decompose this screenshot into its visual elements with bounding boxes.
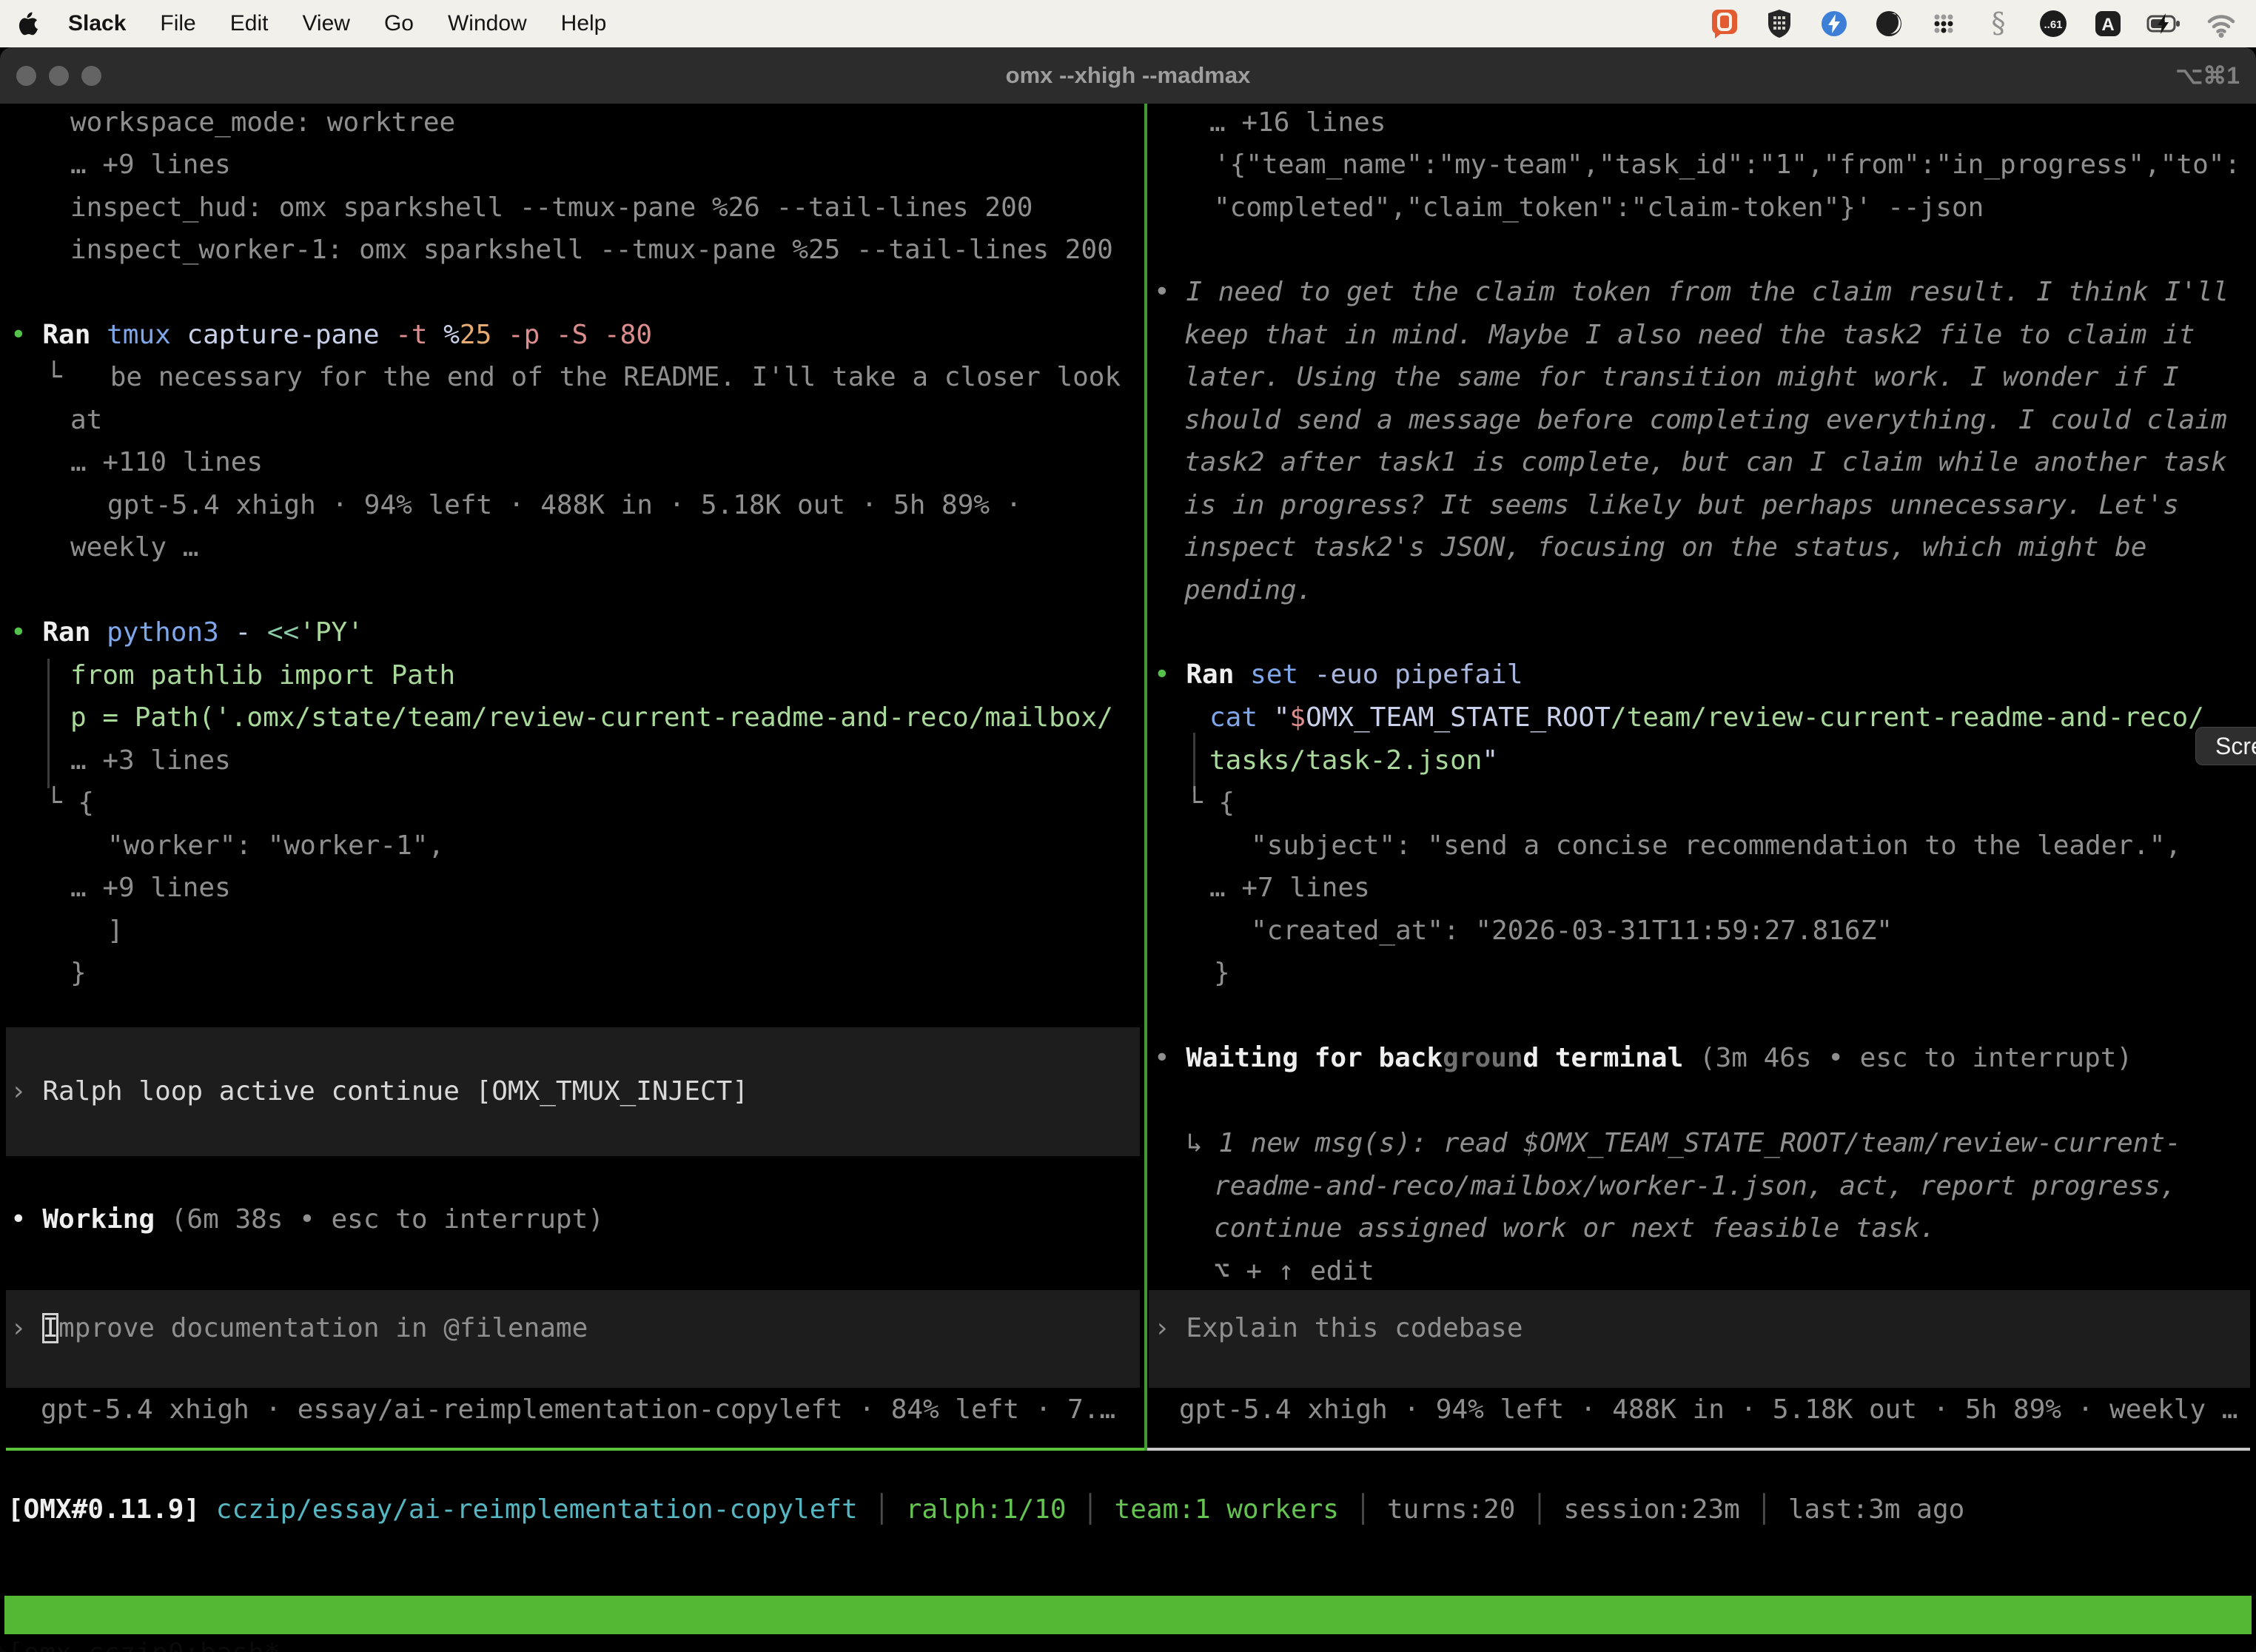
input-source-icon[interactable]: A bbox=[2092, 7, 2124, 40]
terminal-line: continue assigned work or next feasible … bbox=[1214, 1207, 1936, 1250]
prompt-input-right[interactable]: › Explain this codebase bbox=[1154, 1307, 1523, 1350]
ran-set-command: • Ran set -euo pipefail bbox=[1154, 654, 1523, 696]
ran-tmux-command: • Ran tmux capture-pane -t %25 -p -S -80 bbox=[10, 314, 652, 357]
terminal-line: └ be necessary for the end of the README… bbox=[46, 356, 1121, 399]
terminal-line: … +16 lines bbox=[1209, 101, 1386, 144]
terminal-line: … +110 lines bbox=[70, 441, 263, 484]
terminal-line: task2 after task1 is complete, but can I… bbox=[1184, 441, 2227, 484]
right-pane-bottom-border bbox=[1147, 1448, 2250, 1451]
terminal-line: "subject": "send a concise recommendatio… bbox=[1251, 825, 2181, 867]
screen-tooltip: Scre bbox=[2195, 727, 2256, 765]
terminal-line: keep that in mind. Maybe I also need the… bbox=[1184, 314, 2195, 357]
crescent-app-icon[interactable] bbox=[1873, 7, 1905, 40]
terminal-line: … +9 lines bbox=[70, 867, 231, 910]
svg-text:A: A bbox=[2101, 15, 2114, 35]
shield-grid-icon[interactable] bbox=[1763, 7, 1796, 40]
dots-grid-icon[interactable] bbox=[1927, 7, 1960, 40]
menu-item-slack[interactable]: Slack bbox=[68, 11, 126, 36]
terminal-line: } bbox=[70, 952, 87, 995]
tmux-status-bar: [omx-cczip0:bash* "MacBook-Pro-44.local"… bbox=[4, 1596, 2252, 1634]
terminal-line: inspect task2's JSON, focusing on the st… bbox=[1184, 526, 2146, 569]
terminal-line: └ { bbox=[46, 782, 94, 825]
prompt-input-left[interactable]: › Improve documentation in @filename bbox=[10, 1307, 588, 1350]
chat-app-icon[interactable] bbox=[1708, 7, 1741, 40]
terminal-line: } bbox=[1214, 952, 1230, 995]
terminal-window: omx --xhigh --madmax ⌥⌘1 Scre [omx-cczip… bbox=[0, 47, 2256, 1652]
terminal-line: '{"team_name":"my-team","task_id":"1","f… bbox=[1214, 144, 2240, 187]
ralph-loop-status: › Ralph loop active continue [OMX_TMUX_I… bbox=[10, 1070, 748, 1113]
terminal-line: ] bbox=[107, 910, 124, 953]
percent-badge-icon[interactable]: ..61 bbox=[2037, 7, 2069, 40]
terminal-line: readme-and-reco/mailbox/worker-1.json, a… bbox=[1214, 1165, 2176, 1208]
tmux-session-label: [omx-cczip0:bash* bbox=[7, 1634, 280, 1652]
terminal-line: gpt-5.4 xhigh · 94% left · 488K in · 5.1… bbox=[107, 484, 1021, 527]
terminal-line: at bbox=[70, 399, 102, 442]
terminal-line: └ { bbox=[1186, 782, 1235, 825]
edit-hint: ⌥ + ↑ edit bbox=[1214, 1250, 1374, 1293]
apple-icon bbox=[18, 11, 38, 36]
terminal-line: should send a message before completing … bbox=[1184, 399, 2227, 442]
terminal-line: … +7 lines bbox=[1209, 867, 1370, 910]
terminal-line: weekly … bbox=[70, 526, 198, 569]
thinking-text: • I need to get the claim token from the… bbox=[1154, 271, 2229, 314]
terminal-line: workspace_mode: worktree bbox=[70, 101, 455, 144]
terminal-line: "completed","claim_token":"claim-token"}… bbox=[1214, 187, 1984, 229]
working-status: • Working (6m 38s • esc to interrupt) bbox=[10, 1198, 604, 1241]
waiting-status: • Waiting for background terminal (3m 46… bbox=[1154, 1037, 2132, 1080]
apple-menu[interactable] bbox=[18, 11, 38, 36]
left-pane-bottom-border bbox=[6, 1448, 1144, 1451]
terminal-content: Scre [omx-cczip0:bash* "MacBook-Pro-44.l… bbox=[0, 47, 2256, 1652]
menu-item-edit[interactable]: Edit bbox=[230, 11, 269, 36]
terminal-line: p = Path('.omx/state/team/review-current… bbox=[70, 696, 1113, 739]
terminal-line: … +3 lines bbox=[70, 739, 231, 782]
model-status-left: gpt-5.4 xhigh · essay/ai-reimplementatio… bbox=[41, 1389, 1115, 1431]
terminal-line: tasks/task-2.json" bbox=[1209, 739, 1498, 782]
left-code-guide bbox=[47, 659, 50, 788]
terminal-line: ↳ 1 new msg(s): read $OMX_TEAM_STATE_ROO… bbox=[1186, 1122, 2181, 1165]
terminal-line: inspect_hud: omx sparkshell --tmux-pane … bbox=[70, 187, 1033, 229]
squiggle-icon[interactable]: § bbox=[1982, 7, 2015, 40]
terminal-line: inspect_worker-1: omx sparkshell --tmux-… bbox=[70, 229, 1113, 272]
menu-item-window[interactable]: Window bbox=[448, 11, 527, 36]
terminal-line: pending. bbox=[1184, 569, 1312, 612]
menu-bar-status-icons: § ..61 A bbox=[1708, 7, 2238, 40]
terminal-line: cat "$OMX_TEAM_STATE_ROOT/team/review-cu… bbox=[1209, 696, 2204, 739]
wifi-icon[interactable] bbox=[2204, 7, 2238, 40]
terminal-line: … +9 lines bbox=[70, 144, 231, 187]
terminal-line: "worker": "worker-1", bbox=[107, 825, 444, 867]
menu-item-list: Slack File Edit View Go Window Help bbox=[68, 11, 640, 36]
menu-item-file[interactable]: File bbox=[160, 11, 195, 36]
menu-item-help[interactable]: Help bbox=[561, 11, 607, 36]
bolt-badge-icon[interactable] bbox=[1818, 7, 1850, 40]
svg-text:§: § bbox=[1992, 7, 2006, 39]
terminal-line: is in progress? It seems likely but perh… bbox=[1184, 484, 2179, 527]
model-status-right: gpt-5.4 xhigh · 94% left · 488K in · 5.1… bbox=[1179, 1389, 2237, 1431]
menu-item-view[interactable]: View bbox=[302, 11, 349, 36]
pane-divider bbox=[1144, 104, 1147, 1451]
svg-text:..61: ..61 bbox=[2044, 19, 2062, 31]
ran-python-command: • Ran python3 - <<'PY' bbox=[10, 611, 363, 654]
menu-bar: Slack File Edit View Go Window Help § ..61 A bbox=[0, 0, 2256, 47]
terminal-line: later. Using the same for transition mig… bbox=[1184, 356, 2179, 399]
session-status-line: [OMX#0.11.9] cczip/essay/ai-reimplementa… bbox=[7, 1488, 1964, 1531]
menu-item-go[interactable]: Go bbox=[384, 11, 414, 36]
terminal-line: from pathlib import Path bbox=[70, 654, 455, 697]
battery-icon[interactable] bbox=[2146, 7, 2182, 40]
terminal-line: "created_at": "2026-03-31T11:59:27.816Z" bbox=[1251, 910, 1893, 953]
